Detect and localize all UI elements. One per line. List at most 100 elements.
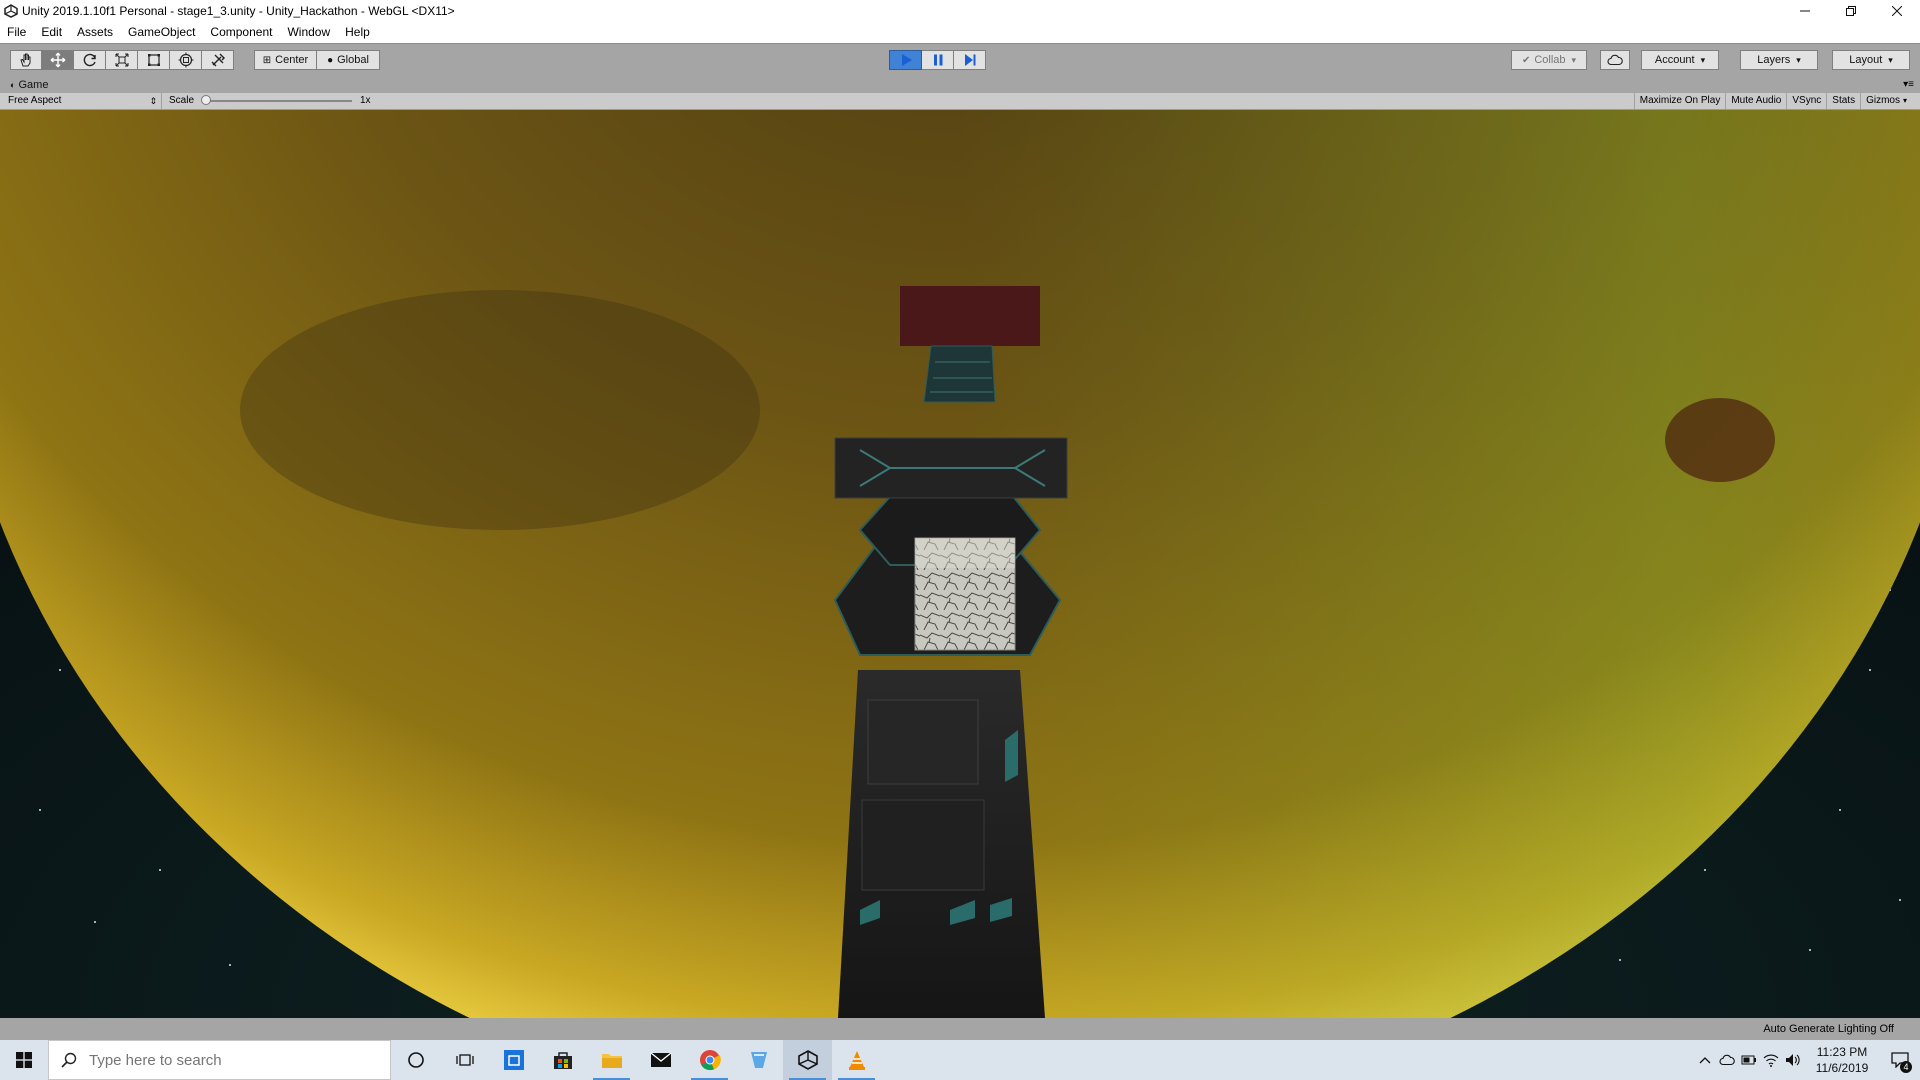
tab-game[interactable]: ◐ Game (10, 77, 48, 93)
mute-audio-toggle[interactable]: Mute Audio (1725, 93, 1786, 109)
search-input[interactable] (89, 1041, 379, 1079)
planet-crater (1665, 398, 1775, 482)
pivot-mode-button[interactable]: ⊞ Center (254, 50, 317, 70)
close-icon[interactable] (1874, 0, 1920, 22)
layout-control: Layout (1832, 50, 1910, 70)
account-dropdown[interactable]: Account (1641, 50, 1719, 70)
chevron-up-icon[interactable] (1694, 1040, 1716, 1080)
menu-edit[interactable]: Edit (32, 22, 68, 43)
pause-icon[interactable] (922, 50, 954, 70)
layout-dropdown[interactable]: Layout (1832, 50, 1910, 70)
tower-panel-upper (867, 699, 979, 785)
custom-tool-icon[interactable] (202, 50, 234, 70)
chrome-icon[interactable] (685, 1040, 734, 1080)
menu-window[interactable]: Window (278, 22, 336, 43)
mail-icon[interactable] (636, 1040, 685, 1080)
system-tray: 11:23 PM 11/6/2019 4 (1694, 1040, 1920, 1080)
scale-value: 1x (360, 95, 371, 106)
cortana-icon[interactable] (391, 1040, 440, 1080)
scale-label: Scale (169, 95, 195, 106)
distant-bridge (923, 345, 996, 403)
account-label: Account (1654, 54, 1695, 66)
main-toolbar: ⊞ Center ● Global ✔ Collab Account (0, 43, 1920, 77)
taskbar-search[interactable] (48, 1040, 391, 1080)
gizmos-dropdown[interactable]: Gizmos (1860, 93, 1912, 109)
account-control: Account (1641, 50, 1719, 70)
planet-shadow (240, 290, 760, 530)
aspect-dropdown[interactable]: Free Aspect (0, 93, 162, 109)
menu-gameobject[interactable]: GameObject (119, 22, 201, 43)
vsync-toggle[interactable]: VSync (1786, 93, 1826, 109)
maximize-on-play-toggle[interactable]: Maximize On Play (1633, 93, 1726, 109)
taskbar-apps (391, 1040, 881, 1080)
volume-icon[interactable] (1782, 1040, 1804, 1080)
clock-date: 11/6/2019 (1815, 1061, 1869, 1075)
restore-icon[interactable] (1828, 0, 1874, 22)
step-icon[interactable] (954, 50, 986, 70)
notification-count: 4 (1900, 1061, 1912, 1073)
tower-panel-lower (861, 799, 985, 891)
player-cube-top (915, 538, 1015, 568)
cloud-icon[interactable] (1600, 50, 1630, 70)
aspect-label: Free Aspect (8, 95, 62, 106)
scale-slider-track[interactable] (205, 100, 352, 102)
panel-menu-icon[interactable]: ▾≡ (1903, 77, 1914, 93)
collab-label: Collab (1534, 54, 1566, 66)
title-bar: Unity 2019.1.10f1 Personal - stage1_3.un… (0, 0, 1920, 22)
task-view-icon[interactable] (440, 1040, 489, 1080)
unity-icon[interactable] (783, 1040, 832, 1080)
layers-dropdown[interactable]: Layers (1740, 50, 1818, 70)
layout-label: Layout (1849, 54, 1883, 66)
stats-toggle[interactable]: Stats (1826, 93, 1860, 109)
game-view-controls: Free Aspect Scale 1x Maximize On Play Mu… (0, 93, 1920, 110)
search-icon (61, 1052, 77, 1068)
pivot-rotation-button[interactable]: ● Global (317, 50, 380, 70)
microsoft-store-icon[interactable] (538, 1040, 587, 1080)
menu-bar: File Edit Assets GameObject Component Wi… (0, 22, 1920, 43)
game-tab-icon: ◐ (10, 80, 16, 90)
scale-tool-icon[interactable] (106, 50, 138, 70)
playback-controls (889, 50, 986, 70)
taskbar-clock[interactable]: 11:23 PM 11/6/2019 (1804, 1044, 1880, 1076)
game-tab-bar: ◐ Game ▾≡ (0, 77, 1920, 93)
store-blue-icon[interactable] (489, 1040, 538, 1080)
lighting-status: Auto Generate Lighting Off (1763, 1023, 1894, 1035)
game-viewport[interactable] (0, 110, 1920, 1018)
cloud-icon[interactable] (1716, 1040, 1738, 1080)
red-goal-block (900, 286, 1040, 346)
minimize-icon[interactable] (1782, 0, 1828, 22)
windows-start-icon[interactable] (0, 1040, 48, 1080)
scale-slider-thumb[interactable] (201, 95, 211, 105)
vlc-icon[interactable] (832, 1040, 881, 1080)
globe-icon: ● (327, 54, 334, 66)
clock-time: 11:23 PM (1816, 1045, 1868, 1059)
pivot-rotation-label: Global (337, 54, 369, 66)
menu-assets[interactable]: Assets (68, 22, 119, 43)
menu-component[interactable]: Component (201, 22, 278, 43)
pivot-mode-label: Center (275, 54, 309, 66)
play-icon[interactable] (889, 50, 922, 70)
status-bar: Auto Generate Lighting Off (0, 1018, 1920, 1040)
transform-tool-icon[interactable] (170, 50, 202, 70)
window-title: Unity 2019.1.10f1 Personal - stage1_3.un… (22, 4, 455, 18)
hand-tool-icon[interactable] (10, 50, 42, 70)
battery-icon[interactable] (1738, 1040, 1760, 1080)
collab-button[interactable]: ✔ Collab (1511, 50, 1587, 70)
move-tool-icon[interactable] (42, 50, 74, 70)
notification-icon[interactable]: 4 (1880, 1040, 1920, 1080)
layers-control: Layers (1740, 50, 1818, 70)
cloud-control (1600, 50, 1630, 70)
blue-app-icon[interactable] (734, 1040, 783, 1080)
transform-tools (10, 50, 234, 70)
collab-control: ✔ Collab (1511, 50, 1587, 70)
layers-label: Layers (1757, 54, 1791, 66)
menu-help[interactable]: Help (336, 22, 376, 43)
rotate-tool-icon[interactable] (74, 50, 106, 70)
unity-icon (4, 4, 18, 18)
pivot-controls: ⊞ Center ● Global (254, 50, 380, 70)
rect-tool-icon[interactable] (138, 50, 170, 70)
menu-file[interactable]: File (0, 22, 32, 43)
wifi-icon[interactable] (1760, 1040, 1782, 1080)
file-explorer-icon[interactable] (587, 1040, 636, 1080)
pivot-center-icon: ⊞ (262, 54, 272, 66)
